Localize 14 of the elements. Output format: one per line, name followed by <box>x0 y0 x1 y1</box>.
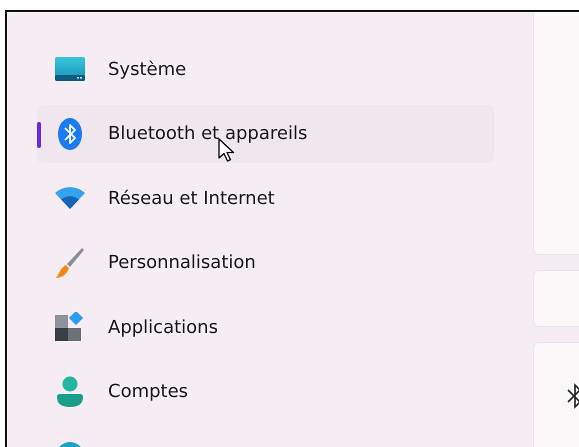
sidebar-item[interactable]: Personnalisation <box>37 234 494 292</box>
sidebar-item[interactable]: Réseau et Internet <box>37 169 494 227</box>
sidebar-item[interactable]: Bluetooth et appareils <box>37 104 494 162</box>
sidebar-item[interactable]: Comptes <box>37 362 494 420</box>
person-icon <box>56 376 84 408</box>
monitor-icon <box>55 57 85 81</box>
sidebar-item[interactable]: Système <box>37 40 494 98</box>
wifi-icon <box>54 186 86 210</box>
apps-icon <box>55 312 85 342</box>
bluetooth-icon <box>57 116 83 150</box>
paintbrush-icon <box>55 246 85 278</box>
bluetooth-icon <box>567 383 579 409</box>
selection-indicator <box>37 122 41 148</box>
sidebar-item[interactable]: Applications <box>37 298 494 356</box>
